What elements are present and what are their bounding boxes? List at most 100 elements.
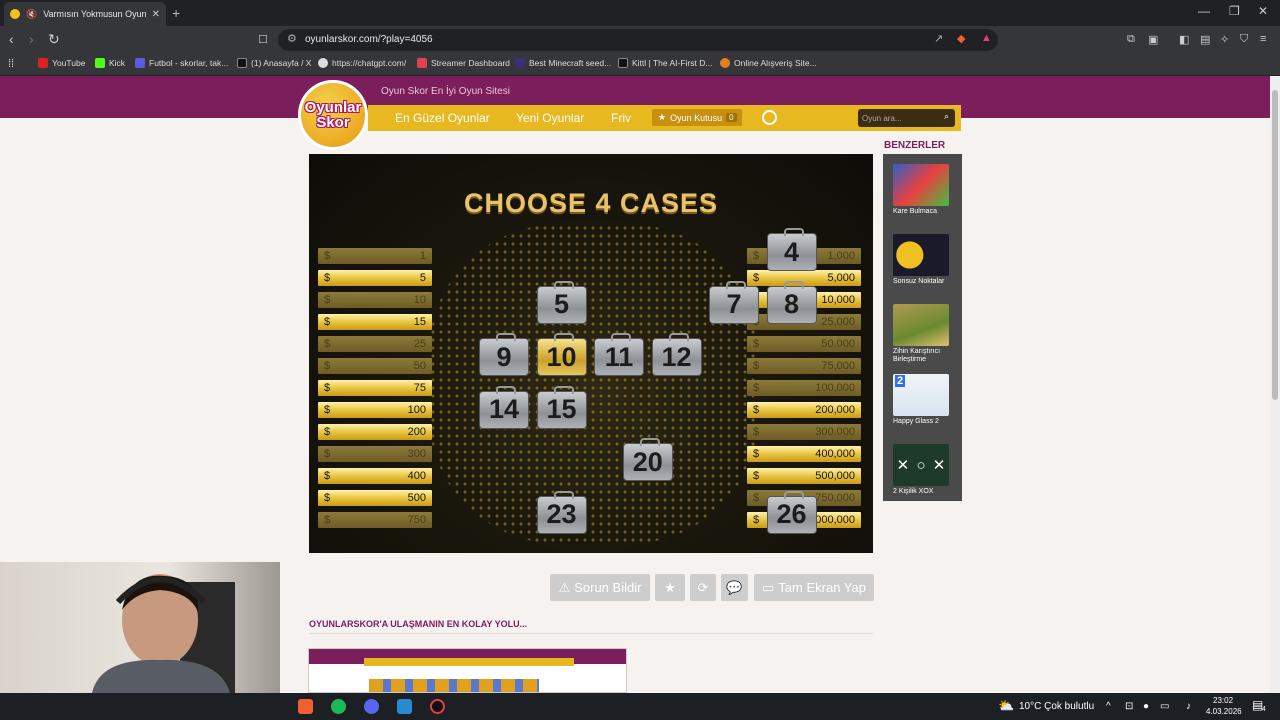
currency-symbol: $ <box>324 360 331 372</box>
scrollbar-thumb[interactable] <box>1272 90 1278 400</box>
briefcase-5[interactable]: 5 <box>536 280 587 324</box>
discord-icon[interactable] <box>364 699 379 714</box>
currency-symbol: $ <box>753 470 760 482</box>
report-issue-button[interactable]: ⚠ Sorun Bildir <box>550 574 650 601</box>
sidebar-icon[interactable]: ◧ <box>1179 33 1189 46</box>
share-icon[interactable]: ↗ <box>934 32 943 45</box>
bookmark-icon[interactable]: ☐ <box>258 33 268 46</box>
url-text: oyunlarskor.com/?play=4056 <box>305 34 433 45</box>
menu-yeni-oyunlar[interactable]: Yeni Oyunlar <box>516 111 584 125</box>
similar-game-item[interactable]: Zihin Karıştırıcı Birleştirme <box>893 304 949 364</box>
obs-icon[interactable] <box>430 699 445 714</box>
amount-value: 300,000 <box>815 426 855 438</box>
briefcase-9[interactable]: 9 <box>479 333 529 376</box>
wallet-icon[interactable]: ▤ <box>1200 33 1210 46</box>
address-bar[interactable]: ⚙ oyunlarskor.com/?play=4056 ↗ ◆ ▲ <box>278 29 998 51</box>
game-label: Kare Bulmaca <box>893 208 937 215</box>
new-tab-button[interactable]: + <box>172 5 180 21</box>
rewards-icon[interactable]: ▲ <box>981 32 992 44</box>
site-info-icon[interactable]: ⚙ <box>287 32 297 45</box>
menu-en-guzel-oyunlar[interactable]: En Güzel Oyunlar <box>395 111 490 125</box>
weather-text[interactable]: 10°C Çok bulutlu <box>1019 701 1094 712</box>
close-tab-icon[interactable]: ✕ <box>152 9 160 20</box>
search-input[interactable] <box>862 111 934 125</box>
favorite-button[interactable]: ★ <box>655 574 685 601</box>
microphone-icon[interactable]: ● <box>1143 701 1149 712</box>
reload-button[interactable]: ↻ <box>48 31 60 48</box>
similar-game-item[interactable]: Sonsuz Noktalar <box>893 234 949 286</box>
app-icon[interactable] <box>397 699 412 714</box>
webcam-overlay <box>0 562 280 693</box>
oyun-kutusu-button[interactable]: ★ Oyun Kutusu 0 <box>652 109 742 126</box>
game-thumbnail <box>893 164 949 206</box>
brave-shield-icon[interactable]: ◆ <box>957 32 965 45</box>
ai-icon[interactable]: ✧ <box>1220 33 1229 46</box>
apps-icon[interactable]: ⁞⁞ <box>8 58 14 70</box>
minimize-button[interactable]: — <box>1198 4 1210 18</box>
bookmark-alisveris[interactable]: Online Alışveriş Site... <box>720 58 817 68</box>
site-logo[interactable]: Oyunlar Skor <box>298 80 368 150</box>
money-amount-right-10: $500,000 <box>747 468 861 484</box>
vpn-icon[interactable]: ⛉ <box>1240 33 1248 46</box>
briefcase-14[interactable]: 14 <box>479 385 529 429</box>
similar-game-item[interactable]: Kare Bulmaca <box>893 164 949 216</box>
bookmark-kittl[interactable]: Kittl | The AI-First D... <box>618 58 712 68</box>
spotify-icon[interactable] <box>331 699 346 714</box>
weather-icon[interactable]: ⛅ <box>998 698 1014 714</box>
volume-icon[interactable]: ♪ <box>1186 701 1191 712</box>
network-icon[interactable]: ⊡ <box>1125 701 1133 712</box>
oyun-kutusu-label: Oyun Kutusu <box>670 112 723 123</box>
briefcase-23[interactable]: 23 <box>536 490 587 534</box>
comments-button[interactable]: 💬 <box>721 574 748 601</box>
favicon-icon <box>10 9 20 19</box>
downloads-icon[interactable]: ▣ <box>1148 33 1158 46</box>
briefcase-11[interactable]: 11 <box>594 333 644 376</box>
navigation-bar: ‹ › ↻ ☐ ⚙ oyunlarskor.com/?play=4056 ↗ ◆… <box>0 26 1280 54</box>
bookmark-youtube[interactable]: YouTube <box>38 58 85 68</box>
logo-text-top: Oyunlar <box>304 99 362 116</box>
bookmark-futbol[interactable]: Futbol - skorlar, tak... <box>135 58 228 68</box>
back-button[interactable]: ‹ <box>9 31 14 47</box>
amount-value: 1 <box>419 250 426 262</box>
briefcase-8[interactable]: 8 <box>766 280 817 324</box>
extensions-icon[interactable]: ⧉ <box>1127 33 1135 46</box>
forward-button[interactable]: › <box>29 31 34 47</box>
battery-icon[interactable]: ▭ <box>1160 701 1169 712</box>
restore-button[interactable]: ❐ <box>1229 4 1240 18</box>
close-window-button[interactable]: ✕ <box>1258 4 1268 18</box>
money-amount-right-8: $300,000 <box>747 424 861 440</box>
refresh-game-button[interactable]: ⟳ <box>690 574 716 601</box>
briefcase-20[interactable]: 20 <box>622 438 673 481</box>
browser-tab[interactable]: 🔇 Varmısın Yokmusun Oyunu O... ✕ <box>4 2 166 26</box>
mute-icon[interactable]: 🔇 <box>26 9 37 20</box>
menu-icon[interactable]: ≡ <box>1260 33 1266 45</box>
clock-date[interactable]: 4.03.2026 <box>1206 707 1242 716</box>
bookmark-streamer-dashboard[interactable]: Streamer Dashboard <box>417 58 510 68</box>
amount-value: 75,000 <box>821 360 855 372</box>
similar-game-item[interactable]: ✕ ○ ✕ 2 Kişilik XOX <box>893 444 949 496</box>
bookmark-kick[interactable]: Kick <box>95 58 125 68</box>
briefcase-7[interactable]: 7 <box>709 280 759 324</box>
menu-friv[interactable]: Friv <box>611 111 631 125</box>
briefcase-12[interactable]: 12 <box>651 333 702 376</box>
money-amount-right-4: $50,000 <box>747 336 861 352</box>
game-canvas[interactable]: CHOOSE 4 CASES $1 $5 $10 $15 $25 $50 $75 $100 $2… <box>309 154 873 553</box>
amount-value: 400 <box>407 470 426 482</box>
clock-time[interactable]: 23:02 <box>1213 696 1233 705</box>
tray-chevron-icon[interactable]: ^ <box>1106 701 1111 712</box>
bookmark-x[interactable]: (1) Anasayfa / X <box>237 58 311 68</box>
oyun-kutusu-count: 0 <box>726 113 737 122</box>
briefcase-15[interactable]: 15 <box>536 385 587 429</box>
streamer-silhouette <box>92 574 235 693</box>
bookmark-minecraft[interactable]: Best Minecraft seed... <box>515 58 611 68</box>
brave-browser-icon[interactable] <box>298 699 313 714</box>
fullscreen-button[interactable]: ▭ Tam Ekran Yap <box>754 574 874 601</box>
bookmark-chatgpt[interactable]: https://chatgpt.com/ <box>318 58 406 68</box>
briefcase-26[interactable]: 26 <box>766 490 817 534</box>
search-icon[interactable]: ⌕ <box>944 111 949 122</box>
similar-game-item[interactable]: 2 Happy Glass 2 <box>893 374 949 426</box>
briefcase-10[interactable]: 10 <box>536 333 587 376</box>
random-game-icon[interactable] <box>762 110 777 125</box>
briefcase-4[interactable]: 4 <box>766 228 817 271</box>
money-amount-right-5: $75,000 <box>747 358 861 374</box>
